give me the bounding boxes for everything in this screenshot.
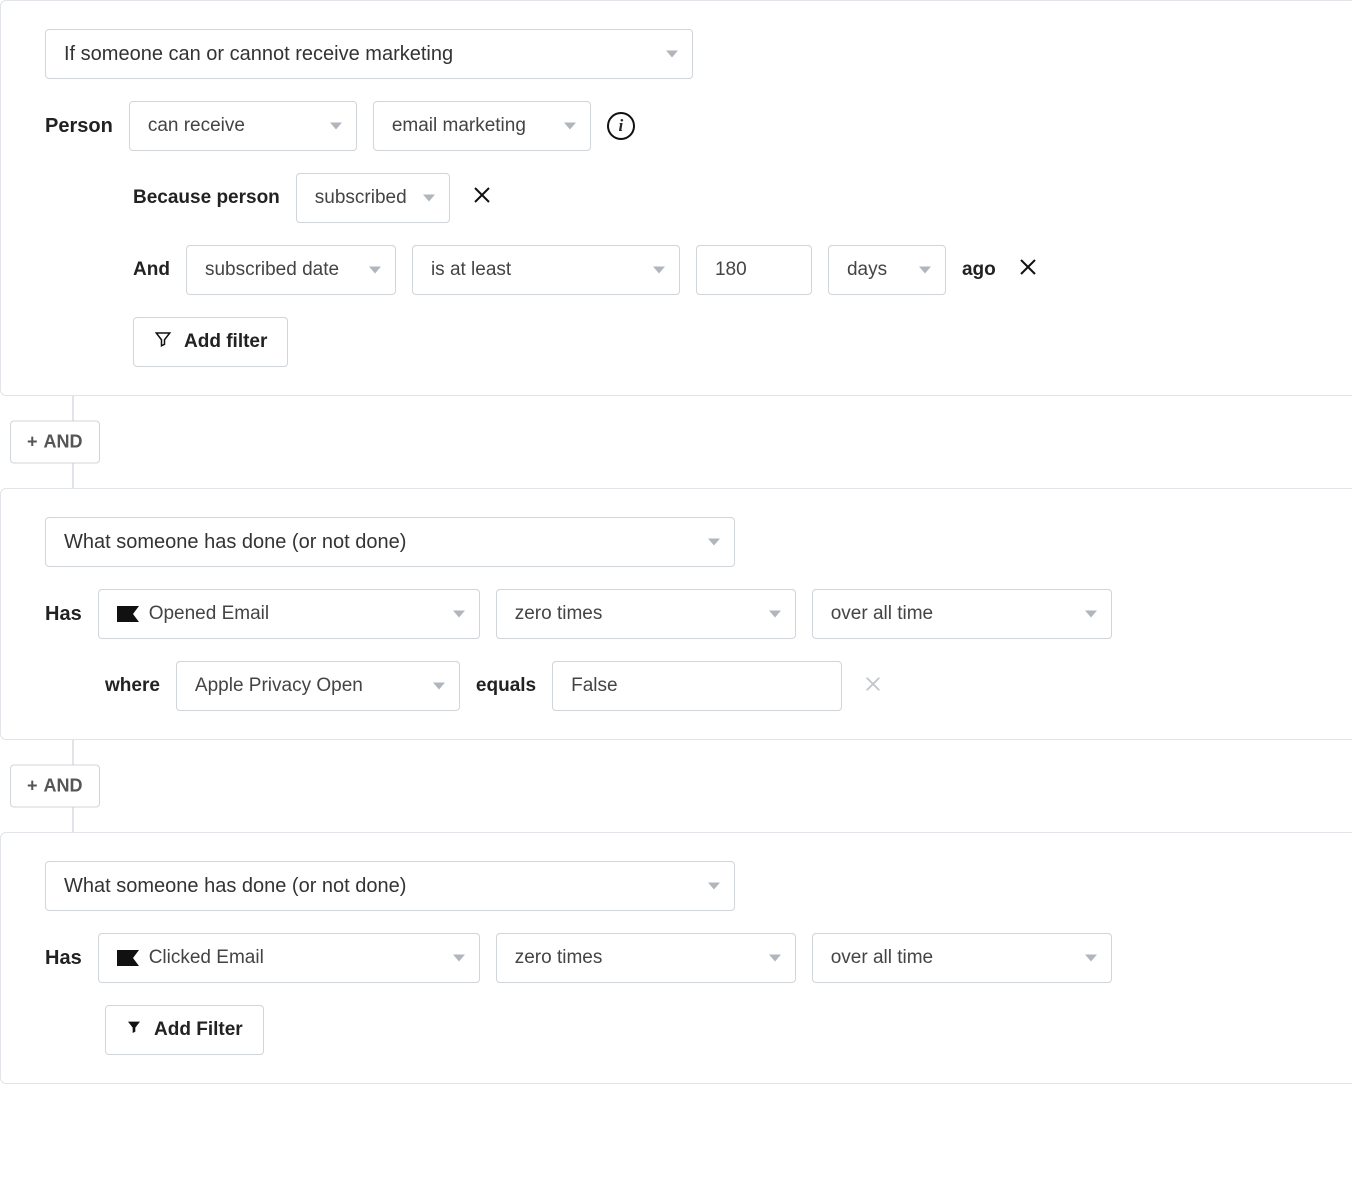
chevron-down-icon	[564, 123, 576, 130]
chevron-down-icon	[653, 267, 665, 274]
condition-type-label: If someone can or cannot receive marketi…	[64, 43, 453, 66]
condition-type-label: What someone has done (or not done)	[64, 531, 406, 554]
remove-where-button[interactable]	[858, 673, 888, 699]
remove-date-button[interactable]	[1012, 256, 1044, 284]
count-value: zero times	[515, 947, 603, 969]
close-icon	[864, 675, 882, 693]
metric-value: Opened Email	[149, 603, 269, 625]
timeframe-select[interactable]: over all time	[812, 933, 1112, 983]
remove-reason-button[interactable]	[466, 184, 498, 212]
condition-block-3: What someone has done (or not done) Has …	[0, 832, 1352, 1084]
has-label: Has	[45, 947, 82, 970]
condition-type-select[interactable]: If someone can or cannot receive marketi…	[45, 29, 693, 79]
chevron-down-icon	[769, 611, 781, 618]
info-icon[interactable]: i	[607, 112, 635, 140]
chevron-down-icon	[919, 267, 931, 274]
and-pill-label: AND	[44, 776, 83, 797]
flag-icon	[117, 950, 139, 966]
chevron-down-icon	[369, 267, 381, 274]
chevron-down-icon	[433, 683, 445, 690]
filter-icon	[126, 1019, 142, 1041]
add-filter-label: Add Filter	[154, 1019, 243, 1041]
chevron-down-icon	[453, 955, 465, 962]
ago-label: ago	[962, 259, 996, 281]
count-select[interactable]: zero times	[496, 933, 796, 983]
unit-select[interactable]: days	[828, 245, 946, 295]
channel-select[interactable]: email marketing	[373, 101, 591, 151]
chevron-down-icon	[708, 539, 720, 546]
add-filter-button[interactable]: Add Filter	[105, 1005, 264, 1055]
where-field-value: Apple Privacy Open	[195, 675, 363, 697]
date-field-value: subscribed date	[205, 259, 339, 281]
condition-type-select[interactable]: What someone has done (or not done)	[45, 517, 735, 567]
and-pill-label: AND	[44, 432, 83, 453]
flag-icon	[117, 606, 139, 622]
chevron-down-icon	[1085, 955, 1097, 962]
count-value: zero times	[515, 603, 603, 625]
receive-select[interactable]: can receive	[129, 101, 357, 151]
timeframe-value: over all time	[831, 947, 933, 969]
plus-icon: +	[27, 432, 38, 453]
condition-block-1: If someone can or cannot receive marketi…	[0, 0, 1352, 396]
where-field-select[interactable]: Apple Privacy Open	[176, 661, 460, 711]
plus-icon: +	[27, 776, 38, 797]
add-filter-button[interactable]: Add filter	[133, 317, 288, 367]
and-label: And	[133, 259, 170, 281]
connector-2: + AND	[0, 740, 1352, 832]
metric-select[interactable]: Opened Email	[98, 589, 480, 639]
chevron-down-icon	[666, 51, 678, 58]
unit-value: days	[847, 259, 887, 281]
chevron-down-icon	[769, 955, 781, 962]
count-select[interactable]: zero times	[496, 589, 796, 639]
reason-select[interactable]: subscribed	[296, 173, 450, 223]
connector-1: + AND	[0, 396, 1352, 488]
condition-type-select[interactable]: What someone has done (or not done)	[45, 861, 735, 911]
has-label: Has	[45, 603, 82, 626]
timeframe-select[interactable]: over all time	[812, 589, 1112, 639]
reason-value: subscribed	[315, 187, 407, 209]
equals-label: equals	[476, 675, 536, 697]
close-icon	[472, 185, 492, 205]
channel-value: email marketing	[392, 115, 526, 137]
because-label: Because person	[133, 187, 280, 209]
person-label: Person	[45, 115, 113, 138]
chevron-down-icon	[708, 883, 720, 890]
where-value-input[interactable]: False	[552, 661, 842, 711]
chevron-down-icon	[453, 611, 465, 618]
days-input[interactable]: 180	[696, 245, 812, 295]
condition-type-label: What someone has done (or not done)	[64, 875, 406, 898]
condition-block-2: What someone has done (or not done) Has …	[0, 488, 1352, 740]
add-and-button[interactable]: + AND	[10, 765, 100, 808]
days-value: 180	[715, 259, 747, 281]
date-field-select[interactable]: subscribed date	[186, 245, 396, 295]
receive-value: can receive	[148, 115, 245, 137]
timeframe-value: over all time	[831, 603, 933, 625]
metric-select[interactable]: Clicked Email	[98, 933, 480, 983]
filter-icon	[154, 330, 172, 354]
where-value: False	[571, 675, 617, 697]
metric-value: Clicked Email	[149, 947, 264, 969]
date-operator-value: is at least	[431, 259, 511, 281]
add-filter-label: Add filter	[184, 331, 267, 353]
chevron-down-icon	[1085, 611, 1097, 618]
add-and-button[interactable]: + AND	[10, 421, 100, 464]
chevron-down-icon	[330, 123, 342, 130]
close-icon	[1018, 257, 1038, 277]
chevron-down-icon	[423, 195, 435, 202]
date-operator-select[interactable]: is at least	[412, 245, 680, 295]
where-label: where	[105, 675, 160, 697]
